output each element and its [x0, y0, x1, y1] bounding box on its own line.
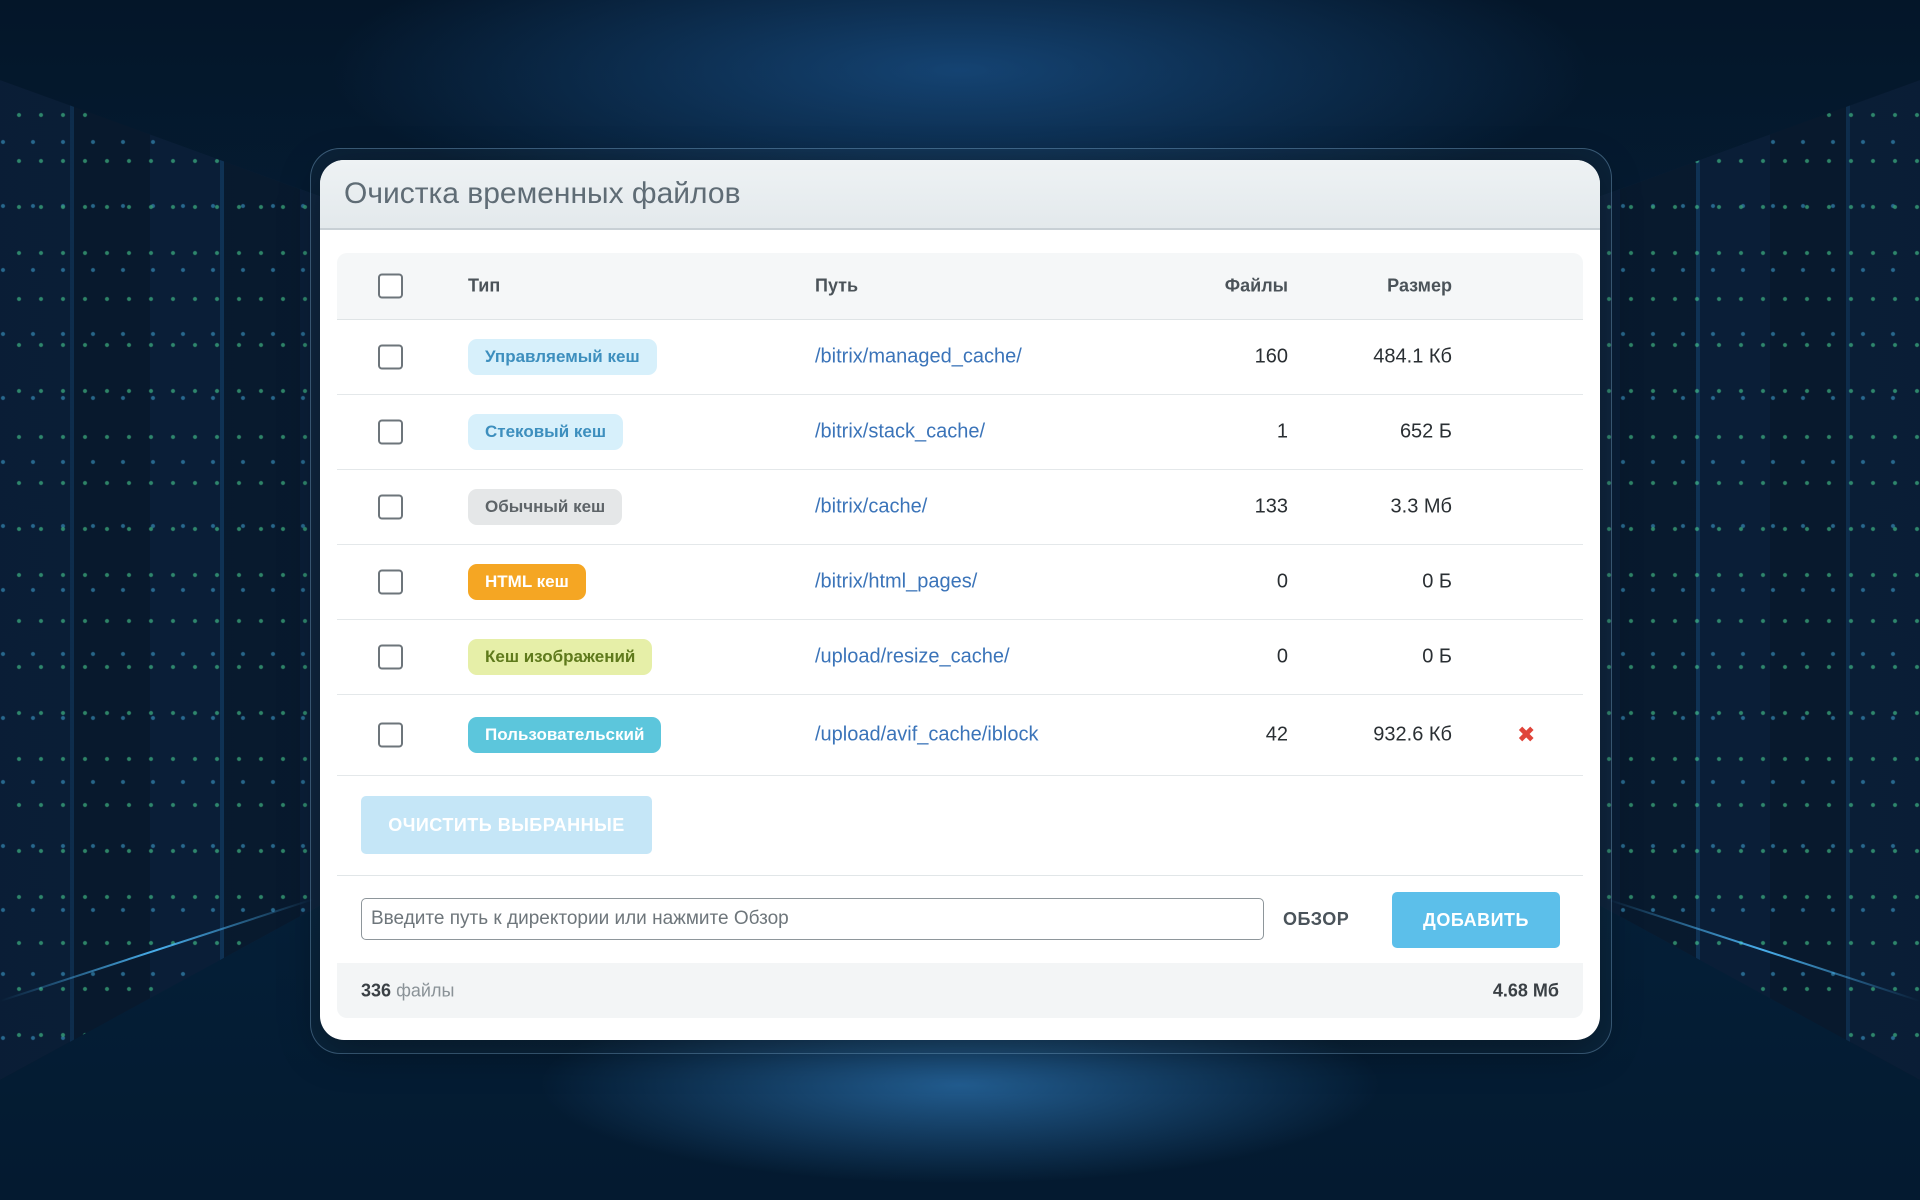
window-header: Очистка временных файлов [320, 160, 1600, 230]
clear-selected-button[interactable]: ОЧИСТИТЬ ВЫБРАННЫЕ [361, 796, 652, 854]
files-count: 160 [1254, 345, 1288, 368]
table-row: HTML кеш /bitrix/html_pages/ 0 0 Б [337, 545, 1583, 620]
cache-cleanup-window: Очистка временных файлов Тип Путь Файлы … [320, 160, 1600, 1040]
table-row: Кеш изображений /upload/resize_cache/ 0 … [337, 620, 1583, 695]
cache-path-link[interactable]: /bitrix/html_pages/ [815, 571, 977, 593]
files-count: 133 [1254, 495, 1288, 518]
column-header-path[interactable]: Путь [815, 276, 858, 297]
directory-path-input[interactable] [361, 898, 1264, 940]
cache-type-badge: Стековый кеш [468, 414, 624, 450]
summary-footer: 336 файлы 4.68 Мб [337, 963, 1583, 1018]
total-files-count: 336 [361, 980, 392, 1000]
files-count: 1 [1276, 420, 1288, 443]
browse-button[interactable]: ОБЗОР [1283, 898, 1349, 940]
cache-type-badge: Обычный кеш [468, 489, 623, 525]
section-divider [337, 875, 1583, 876]
cache-path-link[interactable]: /bitrix/cache/ [815, 496, 927, 518]
window-title: Очистка временных файлов [344, 177, 741, 210]
files-count: 0 [1276, 570, 1288, 593]
column-header-size[interactable]: Размер [1387, 276, 1452, 297]
size-value: 0 Б [1422, 645, 1452, 668]
cache-type-badge: Пользовательский [468, 717, 662, 753]
row-checkbox[interactable] [378, 644, 403, 670]
add-button[interactable]: ДОБАВИТЬ [1392, 892, 1560, 948]
row-checkbox[interactable] [378, 722, 403, 748]
size-value: 484.1 Кб [1373, 345, 1452, 368]
total-files: 336 файлы [361, 980, 454, 1001]
cache-type-badge: HTML кеш [468, 564, 586, 600]
column-header-type[interactable]: Тип [468, 276, 500, 297]
row-checkbox[interactable] [378, 569, 403, 595]
total-files-label: файлы [396, 980, 455, 1000]
cache-path-link[interactable]: /upload/resize_cache/ [815, 646, 1010, 668]
cache-path-link[interactable]: /bitrix/stack_cache/ [815, 421, 985, 443]
table-row: Стековый кеш /bitrix/stack_cache/ 1 652 … [337, 395, 1583, 470]
files-count: 0 [1276, 645, 1288, 668]
table-row: Пользовательский /upload/avif_cache/iblo… [337, 695, 1583, 776]
table-row: Обычный кеш /bitrix/cache/ 133 3.3 Мб [337, 470, 1583, 545]
size-value: 3.3 Мб [1390, 495, 1452, 518]
cache-table: Тип Путь Файлы Размер Управляемый кеш /b… [337, 253, 1583, 776]
row-checkbox[interactable] [378, 344, 403, 370]
row-checkbox[interactable] [378, 419, 403, 445]
cache-type-badge: Управляемый кеш [468, 339, 657, 375]
close-icon[interactable]: ✖ [1517, 722, 1535, 747]
select-all-checkbox[interactable] [378, 273, 403, 299]
files-count: 42 [1265, 723, 1288, 746]
cache-path-link[interactable]: /bitrix/managed_cache/ [815, 346, 1022, 368]
column-header-files[interactable]: Файлы [1225, 276, 1288, 297]
row-checkbox[interactable] [378, 494, 403, 520]
server-rack-left [0, 80, 330, 1080]
size-value: 932.6 Кб [1373, 723, 1452, 746]
table-header-row: Тип Путь Файлы Размер [337, 253, 1583, 320]
size-value: 0 Б [1422, 570, 1452, 593]
background-scene: Очистка временных файлов Тип Путь Файлы … [0, 0, 1920, 1200]
server-rack-right [1590, 80, 1920, 1080]
table-row: Управляемый кеш /bitrix/managed_cache/ 1… [337, 320, 1583, 395]
size-value: 652 Б [1399, 420, 1452, 443]
cache-path-link[interactable]: /upload/avif_cache/iblock [815, 724, 1038, 746]
cache-type-badge: Кеш изображений [468, 639, 653, 675]
total-size: 4.68 Мб [1492, 980, 1559, 1000]
